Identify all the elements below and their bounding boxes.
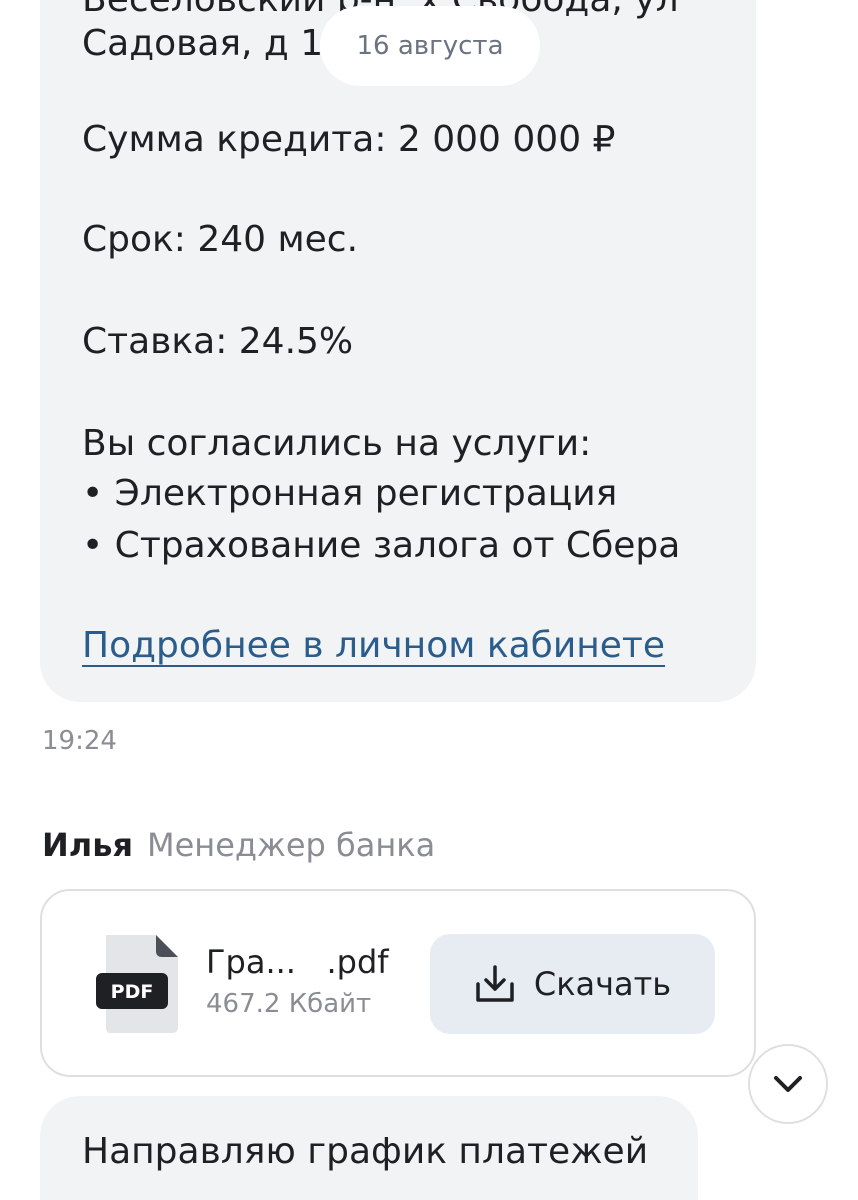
personal-account-link[interactable]: Подробнее в личном кабинете <box>82 620 665 672</box>
message-service-item: • Электронная регистрация <box>82 473 618 514</box>
pdf-file-icon: PDF <box>96 935 178 1033</box>
message-credit-term: Срок: 240 мес. <box>82 219 359 260</box>
sender-header: Илья Менеджер банка <box>42 826 435 864</box>
download-button-label: Скачать <box>533 965 672 1003</box>
scroll-down-button[interactable] <box>748 1044 828 1124</box>
chat-screen: Веселовский р-н, х Свобода, ул Садовая, … <box>0 0 858 1200</box>
message-services-title: Вы согласились на услуги: <box>82 423 592 464</box>
pdf-icon-label: PDF <box>111 981 154 1003</box>
download-button[interactable]: Скачать <box>430 934 715 1034</box>
message-address-line: Садовая, д 1 <box>82 23 324 64</box>
sender-role: Менеджер банка <box>147 826 436 864</box>
message-credit-rate: Ставка: 24.5% <box>82 321 354 362</box>
download-icon <box>476 965 514 1002</box>
date-chip: 16 августа <box>320 6 540 86</box>
chevron-down-icon <box>774 1076 802 1092</box>
file-size: 467.2 Кбайт <box>206 989 372 1019</box>
message-credit-amount: Сумма кредита: 2 000 000 ₽ <box>82 119 616 160</box>
file-attachment-card[interactable]: PDF Гра... .pdf 467.2 Кбайт Скачать <box>40 889 756 1077</box>
file-name: Гра... .pdf <box>206 943 389 981</box>
message-time: 19:24 <box>42 726 117 756</box>
next-message-text: Направляю график платежей <box>82 1131 649 1172</box>
message-service-item: • Страхование залога от Сбера <box>82 525 681 566</box>
sender-name: Илья <box>42 826 133 864</box>
